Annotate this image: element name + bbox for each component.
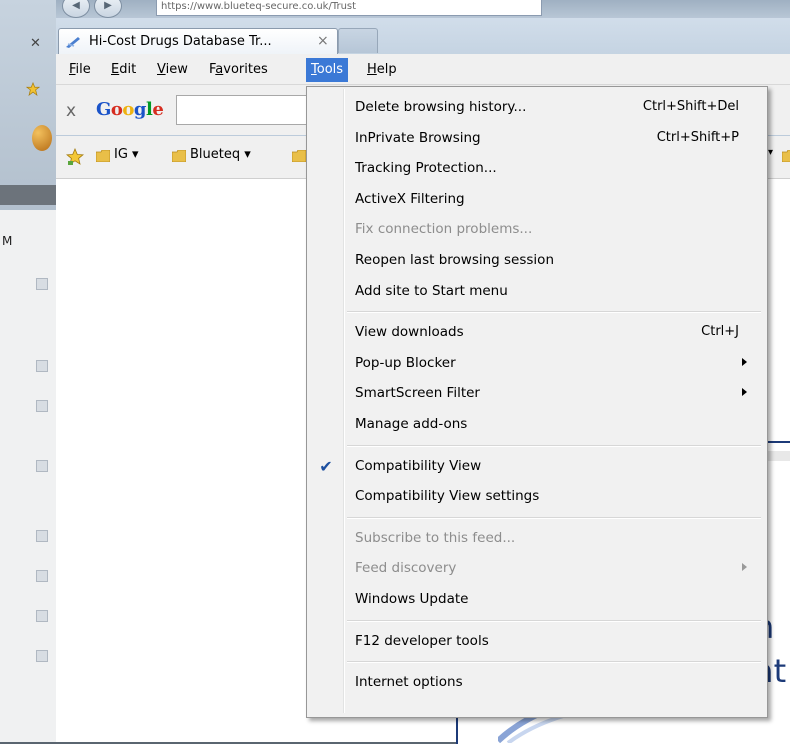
menu-item-shortcut: Ctrl+J (701, 324, 739, 340)
back-button[interactable]: ◀ (62, 0, 90, 18)
background-list-marker (36, 650, 48, 662)
menu-help[interactable]: Help (362, 59, 402, 81)
menu-item-windows-update[interactable]: Windows Update (309, 585, 765, 615)
menu-item-label: Tracking Protection... (355, 160, 497, 177)
menu-item-label: View downloads (355, 324, 464, 341)
menu-item-feed-discovery: Feed discovery (309, 554, 765, 584)
menu-item-reopen-last-browsing-session[interactable]: Reopen last browsing session (309, 246, 765, 276)
favorites-folder-ig[interactable]: IG ▾ (114, 147, 139, 162)
tab-title: Hi-Cost Drugs Database Tr... (89, 34, 272, 49)
menu-item-manage-add-ons[interactable]: Manage add-ons (309, 410, 765, 440)
submenu-arrow-icon (742, 357, 747, 366)
menu-item-shortcut: Ctrl+Shift+Del (642, 99, 739, 114)
background-favorites-star-icon[interactable] (26, 82, 40, 96)
menu-edit[interactable]: Edit (106, 59, 141, 81)
menu-item-label: Add site to Start menu (355, 282, 508, 299)
favorites-overflow-chevron-icon[interactable]: ▾ (768, 147, 773, 158)
menu-item-label: InPrivate Browsing (355, 129, 481, 146)
background-pane (0, 210, 57, 742)
menu-item-subscribe-to-this-feed: Subscribe to this feed... (309, 524, 765, 554)
background-menu-initial: M (2, 234, 13, 248)
menu-file[interactable]: File (64, 59, 96, 81)
favorites-star-icon[interactable] (66, 148, 84, 166)
address-input[interactable]: https://www.blueteq-secure.co.uk/Trust (156, 0, 542, 16)
tab-close-icon[interactable]: × (317, 33, 329, 49)
site-favicon-icon (66, 37, 80, 48)
tools-menu: Delete browsing history... Ctrl+Shift+Del… (306, 86, 768, 718)
menu-item-label: Reopen last browsing session (355, 252, 554, 268)
background-list-marker (36, 610, 48, 622)
folder-icon (96, 150, 110, 162)
background-toolbar-orb-icon[interactable] (32, 125, 52, 151)
menu-item-shortcut: Ctrl+Shift+P (656, 129, 739, 145)
menu-bar: File Edit View Favorites Tools Help (56, 54, 790, 85)
menu-item-add-site-to-start-menu[interactable]: Add site to Start menu (309, 277, 765, 307)
folder-icon (782, 150, 790, 162)
folder-icon (172, 150, 186, 162)
menu-item-compatibility-view-settings[interactable]: Compatibility View settings (309, 482, 765, 512)
google-toolbar-close-icon[interactable]: x (66, 101, 76, 121)
menu-item-pop-up-blocker[interactable]: Pop-up Blocker (309, 349, 765, 379)
menu-item-view-downloads[interactable]: View downloads Ctrl+J (309, 318, 765, 348)
menu-item-label: F12 developer tools (355, 632, 489, 649)
favorites-folder-blueteq[interactable]: Blueteq ▾ (190, 147, 251, 162)
menu-tools[interactable]: Tools (306, 58, 349, 82)
submenu-arrow-icon (742, 563, 747, 572)
tab-hi-cost-drugs[interactable]: Hi-Cost Drugs Database Tr... × (58, 28, 338, 55)
menu-item-label: Manage add-ons (355, 416, 468, 432)
menu-item-label: Fix connection problems... (355, 221, 533, 238)
menu-item-label: ActiveX Filtering (355, 190, 465, 207)
submenu-arrow-icon (742, 388, 747, 397)
menu-item-compatibility-view[interactable]: ✔ Compatibility View (309, 452, 765, 482)
menu-separator (347, 311, 761, 314)
menu-item-label: Compatibility View settings (355, 488, 540, 505)
menu-item-delete-browsing-history[interactable]: Delete browsing history... Ctrl+Shift+Del (309, 93, 765, 123)
background-list-marker (36, 530, 48, 542)
new-tab-button[interactable] (338, 28, 378, 53)
menu-item-label: Internet options (355, 674, 463, 691)
menu-view[interactable]: View (152, 59, 193, 81)
menu-item-label: Compatibility View (355, 457, 482, 474)
folder-icon (292, 150, 306, 162)
menu-item-tracking-protection[interactable]: Tracking Protection... (309, 154, 765, 184)
menu-item-activex-filtering[interactable]: ActiveX Filtering (309, 185, 765, 215)
forward-button[interactable]: ▶ (94, 0, 122, 18)
menu-item-label: Pop-up Blocker (355, 354, 456, 371)
background-close-icon[interactable]: ✕ (30, 36, 41, 51)
menu-separator (347, 661, 761, 664)
menu-item-label: Windows Update (355, 591, 469, 607)
menu-separator (347, 516, 761, 519)
menu-favorites[interactable]: Favorites (204, 59, 273, 81)
background-list-marker (36, 278, 48, 290)
background-window: ✕ M (0, 0, 57, 742)
menu-item-internet-options[interactable]: Internet options (309, 668, 765, 698)
menu-separator (347, 444, 761, 447)
menu-separator (347, 619, 761, 622)
background-list-marker (36, 460, 48, 472)
check-icon: ✔ (319, 456, 333, 476)
menu-item-inprivate-browsing[interactable]: InPrivate Browsing Ctrl+Shift+P (309, 124, 765, 154)
menu-item-smartscreen-filter[interactable]: SmartScreen Filter (309, 379, 765, 409)
background-list-marker (36, 400, 48, 412)
menu-item-f12-developer-tools[interactable]: F12 developer tools (309, 627, 765, 657)
menu-item-fix-connection-problems: Fix connection problems... (309, 215, 765, 245)
background-list-marker (36, 360, 48, 372)
menu-item-label: SmartScreen Filter (355, 385, 480, 402)
address-bar-area: ◀ ▶ https://www.blueteq-secure.co.uk/Tru… (56, 0, 790, 18)
background-toolbar (0, 185, 56, 205)
menu-item-label: Feed discovery (355, 560, 457, 577)
google-logo[interactable]: Google (96, 99, 164, 120)
background-list-marker (36, 570, 48, 582)
menu-item-label: Delete browsing history... (355, 99, 527, 115)
menu-item-label: Subscribe to this feed... (355, 529, 516, 546)
